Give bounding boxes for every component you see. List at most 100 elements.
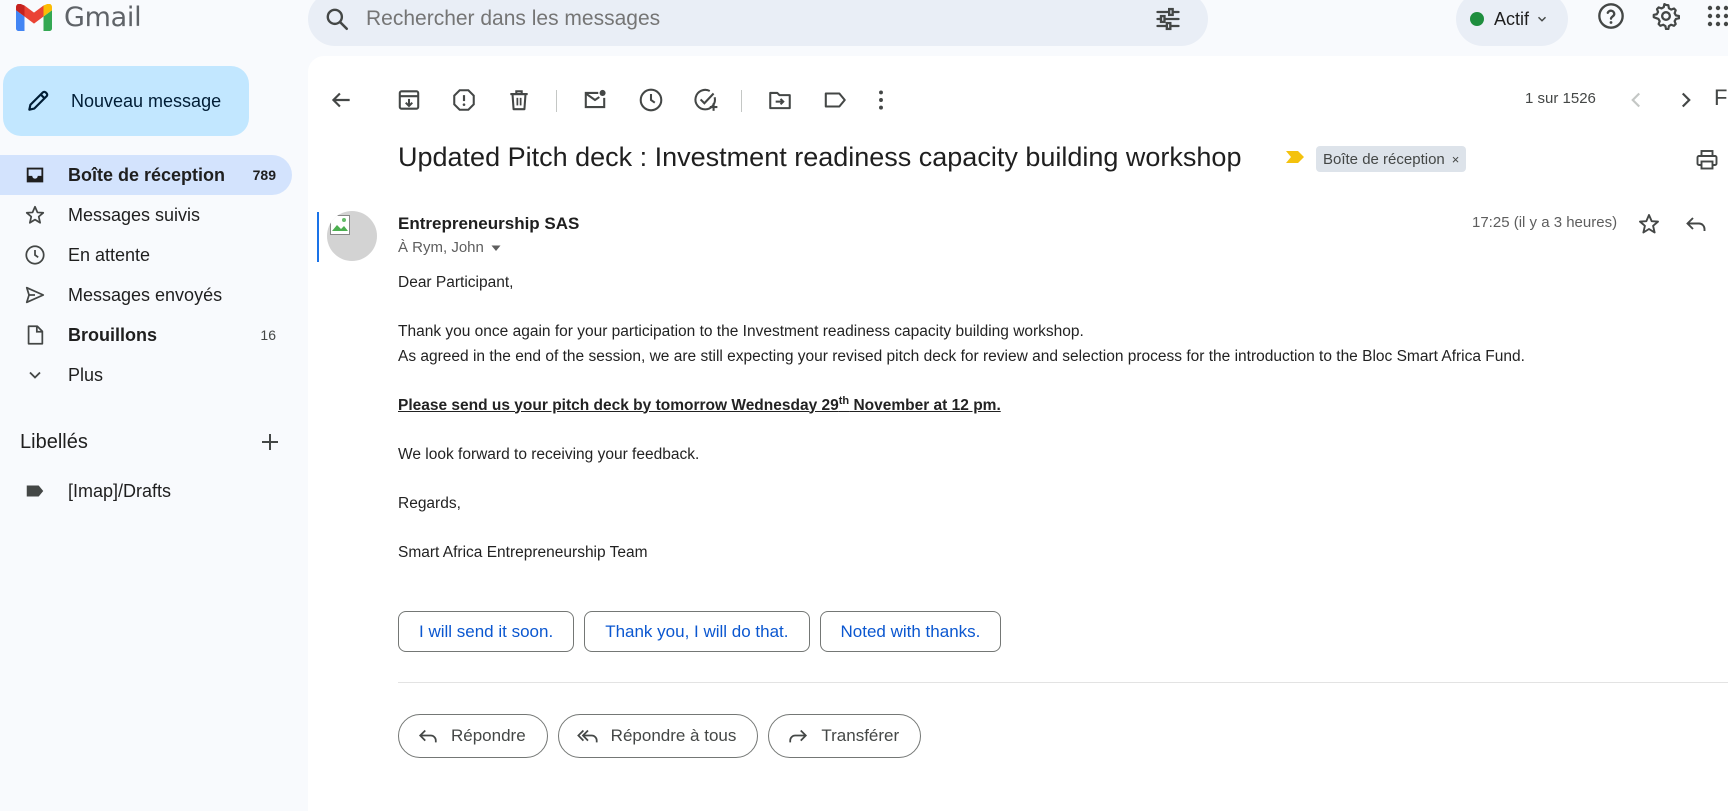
chevron-down-icon <box>1538 16 1547 22</box>
sidebar-label-imap-drafts[interactable]: [Imap]/Drafts <box>24 480 171 502</box>
pagination-text: 1 sur 1526 <box>1525 90 1596 107</box>
sidebar-item-more[interactable]: Plus <box>0 355 292 395</box>
smart-reply-button[interactable]: Noted with thanks. <box>819 611 1002 652</box>
labels-title: Libellés <box>20 430 88 453</box>
status-label: Actif <box>1494 8 1530 29</box>
snooze-icon[interactable] <box>638 87 664 113</box>
smart-reply-button[interactable]: I will send it soon. <box>398 611 575 652</box>
reply-label: Répondre <box>451 726 526 745</box>
move-to-icon[interactable] <box>767 87 793 113</box>
mark-unread-icon[interactable] <box>582 87 608 113</box>
sidebar-item-label: Boîte de réception <box>68 164 226 185</box>
sender-avatar[interactable] <box>327 211 377 261</box>
star-icon <box>25 205 45 224</box>
sidebar-item-label: En attente <box>68 244 151 265</box>
reply-icon <box>418 729 437 743</box>
sidebar-item-inbox[interactable]: Boîte de réception 789 <box>0 155 292 195</box>
label-chip-text: Boîte de réception <box>1323 150 1445 168</box>
apps-icon[interactable] <box>1706 2 1728 30</box>
reply-actions: Répondre Répondre à tous Transférer <box>398 714 922 758</box>
body-line: Thank you once again for your participat… <box>398 323 1084 340</box>
sidebar-label-text: [Imap]/Drafts <box>68 480 172 501</box>
newer-chevron-icon[interactable] <box>1623 87 1649 113</box>
sidebar-item-sent[interactable]: Messages envoyés <box>0 275 292 315</box>
sidebar-item-label: Messages suivis <box>68 204 201 225</box>
print-icon[interactable] <box>1694 148 1720 172</box>
divider <box>398 682 1728 683</box>
pencil-icon <box>28 90 49 111</box>
labels-header: Libellés <box>20 430 284 454</box>
importance-marker-icon[interactable] <box>1284 150 1306 164</box>
reply-icon[interactable] <box>1684 212 1708 236</box>
reply-all-button[interactable]: Répondre à tous <box>557 714 759 758</box>
inbox-icon <box>26 167 44 183</box>
email-subject: Updated Pitch deck : Investment readines… <box>398 142 1242 172</box>
search-options-icon[interactable] <box>1154 5 1182 33</box>
remove-label-icon[interactable]: × <box>1452 152 1460 167</box>
status-selector[interactable]: Actif <box>1456 0 1568 46</box>
dropdown-triangle-icon[interactable] <box>490 242 502 254</box>
focus-indicator <box>317 212 319 262</box>
settings-icon[interactable] <box>1652 2 1680 30</box>
body-greeting: Dear Participant, <box>398 274 514 291</box>
body-line: We look forward to receiving your feedba… <box>398 445 700 463</box>
gmail-m-icon <box>16 3 52 31</box>
report-spam-icon[interactable] <box>451 87 477 113</box>
body-deadline: Please send us your pitch deck by tomorr… <box>398 394 1001 414</box>
label-icon <box>26 485 44 497</box>
sidebar-nav: Boîte de réception 789 Messages suivis E… <box>0 155 292 395</box>
toolbar-divider <box>556 90 557 112</box>
search-input[interactable] <box>366 7 1154 31</box>
gmail-logo[interactable]: Gmail <box>16 0 142 34</box>
email-timestamp: 17:25 (il y a 3 heures) <box>1472 214 1618 231</box>
reply-button[interactable]: Répondre <box>398 714 548 758</box>
search-icon[interactable] <box>324 6 350 32</box>
draft-count: 16 <box>260 327 276 343</box>
message-view: 1 sur 1526 F Updated Pitch deck : Invest… <box>308 56 1728 811</box>
email-body: Dear Participant, Thank you once again f… <box>398 271 1698 565</box>
compose-button[interactable]: Nouveau message <box>3 66 249 136</box>
input-tools-indicator[interactable]: F <box>1714 85 1727 111</box>
forward-label: Transférer <box>821 726 900 745</box>
sender-name: Entrepreneurship SAS <box>398 214 580 233</box>
recipients-text: À Rym, John <box>398 239 484 256</box>
inbox-label-chip: Boîte de réception × <box>1316 146 1467 172</box>
label-icon[interactable] <box>822 87 848 113</box>
send-icon <box>25 286 45 304</box>
search-bar[interactable] <box>308 0 1208 46</box>
sidebar-item-drafts[interactable]: Brouillons 16 <box>0 315 292 355</box>
forward-button[interactable]: Transférer <box>768 714 922 758</box>
clock-icon <box>25 245 45 265</box>
app-name: Gmail <box>64 1 142 33</box>
older-chevron-icon[interactable] <box>1673 87 1699 113</box>
sidebar-item-snoozed[interactable]: En attente <box>0 235 292 275</box>
compose-label: Nouveau message <box>71 90 222 111</box>
draft-icon <box>27 325 44 345</box>
forward-icon <box>789 729 808 743</box>
smart-reply-button[interactable]: Thank you, I will do that. <box>584 611 810 652</box>
status-dot <box>1470 12 1484 26</box>
recipients[interactable]: À Rym, John <box>398 239 502 256</box>
sidebar-item-label: Plus <box>68 364 104 385</box>
star-icon[interactable] <box>1637 212 1661 236</box>
chevron-down-icon <box>29 371 41 379</box>
delete-icon[interactable] <box>506 87 532 113</box>
unread-count: 789 <box>252 167 276 183</box>
add-to-tasks-icon[interactable] <box>693 87 719 113</box>
body-line: As agreed in the end of the session, we … <box>398 347 1525 365</box>
sidebar-item-label: Messages envoyés <box>68 284 223 305</box>
reply-all-icon <box>576 729 598 743</box>
message-toolbar: 1 sur 1526 F <box>308 70 1728 130</box>
smart-replies: I will send it soon. Thank you, I will d… <box>398 611 1002 652</box>
more-options-icon[interactable] <box>868 87 894 113</box>
help-icon[interactable] <box>1597 2 1625 30</box>
reply-all-label: Répondre à tous <box>610 726 737 745</box>
back-arrow-icon[interactable] <box>328 87 354 113</box>
archive-icon[interactable] <box>396 87 422 113</box>
add-label-icon[interactable] <box>258 430 282 454</box>
toolbar-divider <box>741 90 742 112</box>
sidebar-item-label: Brouillons <box>68 324 157 345</box>
body-signature: Smart Africa Entrepreneurship Team <box>398 543 648 561</box>
sidebar-item-starred[interactable]: Messages suivis <box>0 195 292 235</box>
body-closing: Regards, <box>398 494 461 512</box>
